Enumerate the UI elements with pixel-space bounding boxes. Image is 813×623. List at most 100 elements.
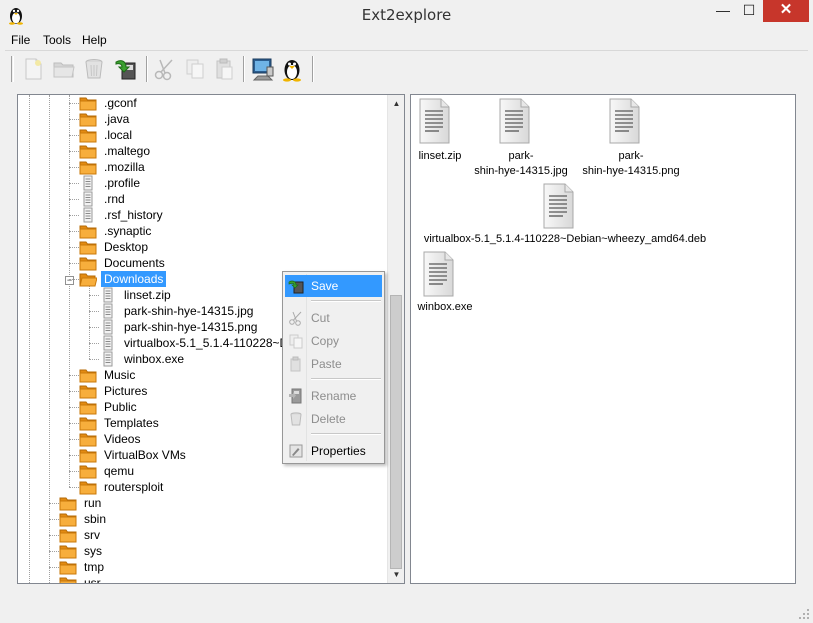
file-icon <box>79 175 97 191</box>
folder-icon <box>79 447 97 463</box>
folder-icon <box>59 511 77 527</box>
tree-node-label: qemu <box>104 464 135 478</box>
menu-tools[interactable]: Tools <box>43 33 71 47</box>
linux-penguin-icon <box>283 60 301 82</box>
folder-icon <box>79 239 97 255</box>
file-icon <box>99 303 117 319</box>
scroll-up-arrow-icon[interactable]: ▲ <box>388 95 404 112</box>
new-file-button[interactable] <box>20 56 46 82</box>
trash-icon <box>288 411 304 427</box>
document-icon <box>497 97 531 145</box>
tree-node-label: Desktop <box>104 240 149 254</box>
maximize-button[interactable]: ☐ <box>735 0 763 22</box>
context-menu-paste[interactable]: Paste <box>285 353 382 375</box>
folder-icon <box>59 527 77 543</box>
trash-icon <box>85 59 103 79</box>
title-bar: Ext2explore — ☐ ✕ <box>0 0 813 30</box>
tree-node-label: winbox.exe <box>124 352 185 366</box>
folder-icon <box>53 62 75 78</box>
folder-icon <box>79 255 97 271</box>
linux-button[interactable] <box>279 56 305 82</box>
toolbar-separator <box>312 56 314 82</box>
menu-separator <box>311 433 381 435</box>
tree-node-label: sbin <box>84 512 107 526</box>
menu-bar: File Tools Help <box>5 31 808 49</box>
minimize-button[interactable]: — <box>709 0 737 22</box>
menu-help[interactable]: Help <box>82 33 107 47</box>
tree-node-label: virtualbox-5.1_5.1.4-110228~D <box>124 336 289 350</box>
folder-icon <box>79 127 97 143</box>
folder-icon <box>79 95 97 111</box>
context-menu-label: Cut <box>311 311 330 325</box>
context-menu-save[interactable]: Save <box>285 275 382 297</box>
tree-node-label: usr <box>84 576 101 583</box>
folder-icon <box>79 143 97 159</box>
folder-icon <box>79 431 97 447</box>
folder-icon <box>59 559 77 575</box>
folder-icon <box>79 159 97 175</box>
context-menu-label: Save <box>311 279 339 293</box>
menu-file[interactable]: File <box>11 33 30 47</box>
tree-node-label: .java <box>104 112 130 126</box>
paste-button[interactable] <box>211 56 237 82</box>
copy-button[interactable] <box>182 56 208 82</box>
file-icon <box>99 319 117 335</box>
cut-button[interactable] <box>152 56 178 82</box>
rename-icon <box>288 388 304 404</box>
folder-icon <box>79 111 97 127</box>
computer-icon <box>252 58 274 81</box>
file-icon <box>79 207 97 223</box>
tree-node-label: VirtualBox VMs <box>104 448 186 462</box>
document-icon <box>541 182 575 230</box>
context-menu-rename[interactable]: Rename <box>285 385 382 407</box>
tree-node-label: Documents <box>104 256 165 270</box>
context-menu-delete[interactable]: Delete <box>285 408 382 430</box>
computer-button[interactable] <box>250 56 276 82</box>
file-icon <box>99 351 117 367</box>
save-button[interactable] <box>113 56 139 82</box>
folder-open-icon <box>79 271 98 287</box>
context-menu-cut[interactable]: Cut <box>285 307 382 329</box>
cut-icon <box>154 59 173 81</box>
folder-icon <box>59 543 77 559</box>
tree-node-label: Pictures <box>104 384 148 398</box>
scroll-down-arrow-icon[interactable]: ▼ <box>388 566 404 583</box>
context-menu-properties[interactable]: Properties <box>285 440 382 462</box>
tree-node-label: .gconf <box>104 96 137 110</box>
tree-node-label: Templates <box>104 416 159 430</box>
menu-separator <box>311 300 381 302</box>
folder-icon <box>79 383 97 399</box>
tree-node-label: Videos <box>104 432 141 446</box>
file-icon <box>99 287 117 303</box>
context-menu-label: Properties <box>311 444 366 458</box>
tree-node-label: park-shin-hye-14315.png <box>124 320 258 334</box>
folder-icon <box>79 479 97 495</box>
toolbar-grip[interactable] <box>11 56 14 82</box>
document-icon <box>421 250 455 298</box>
resize-grip-icon[interactable] <box>798 608 810 620</box>
tree-node-label: run <box>84 496 102 510</box>
context-menu-copy[interactable]: Copy <box>285 330 382 352</box>
folder-icon <box>79 367 97 383</box>
close-button[interactable]: ✕ <box>763 0 809 22</box>
tree-vertical-scrollbar[interactable]: ▲ ▼ <box>387 95 404 583</box>
copy-icon <box>288 333 304 349</box>
file-name: linset.zip <box>418 150 462 162</box>
collapse-toggle[interactable]: − <box>65 276 74 285</box>
folder-button[interactable] <box>51 56 77 82</box>
tree-node-label: tmp <box>84 560 105 574</box>
tree-node-label: Downloads <box>101 271 167 287</box>
document-icon <box>607 97 641 145</box>
folder-icon <box>59 495 77 511</box>
tree-node-label: linset.zip <box>124 288 171 302</box>
delete-button[interactable] <box>81 56 107 82</box>
tree-node-label: Music <box>104 368 136 382</box>
context-menu: Save Cut Copy Paste Rename Delete Properties <box>282 271 385 464</box>
folder-icon <box>79 415 97 431</box>
tree-node-label: sys <box>84 544 102 558</box>
tree-node-label: park-shin-hye-14315.jpg <box>124 304 254 318</box>
scroll-thumb[interactable] <box>390 295 402 569</box>
properties-icon <box>288 443 304 459</box>
menu-separator <box>311 378 381 380</box>
file-list[interactable]: linset.zip park- shin-hye-14315.jpg park- … <box>410 94 796 584</box>
